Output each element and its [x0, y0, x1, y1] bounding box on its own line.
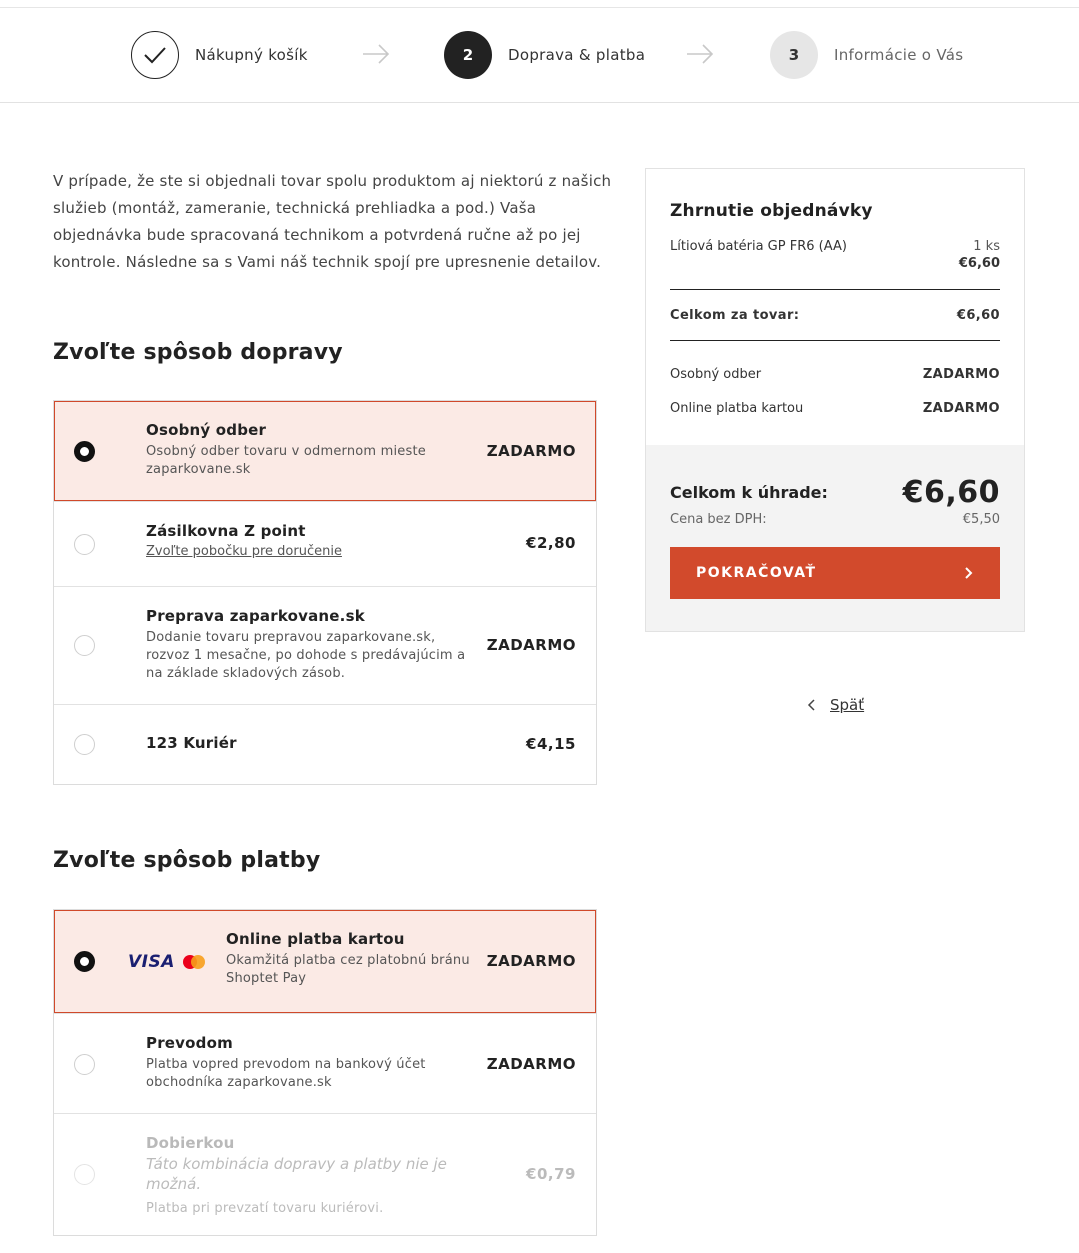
option-description: Okamžitá platba cez platobnú bránu Shopt… — [226, 953, 470, 986]
option-description: Dodanie tovaru prepravou zaparkovane.sk,… — [146, 630, 466, 681]
goods-total-label: Celkom za tovar: — [670, 307, 800, 323]
step-cart-label: Nákupný košík — [195, 46, 308, 64]
summary-item: Lítiová batéria GP FR6 (AA) 1 ks €6,60 — [670, 239, 1000, 271]
radio-button[interactable] — [74, 635, 95, 656]
step-shipping-label: Doprava & platba — [508, 46, 646, 64]
option-name: Dobierkou — [146, 1134, 235, 1152]
radio-button[interactable] — [74, 1054, 95, 1075]
radio-button — [74, 1164, 95, 1185]
payment-option-card[interactable]: VISA Online platba kartou Okamžitá platb… — [54, 910, 596, 1013]
option-description: Platba pri prevzatí tovaru kuriérovi. — [146, 1201, 384, 1216]
option-price: ZADARMO — [486, 636, 576, 654]
shipping-option-preprava[interactable]: Preprava zaparkovane.sk Dodanie tovaru p… — [54, 586, 596, 704]
payment-option-transfer[interactable]: Prevodom Platba vopred prevodom na banko… — [54, 1013, 596, 1113]
step-shipping-payment: 2 Doprava & platba — [444, 31, 645, 79]
option-description: Platba vopred prevodom na bankový účet o… — [146, 1057, 426, 1090]
unavailable-warning: Táto kombinácia dopravy a platby nie je … — [146, 1155, 447, 1193]
option-price: ZADARMO — [486, 1055, 576, 1073]
payment-options: VISA Online platba kartou Okamžitá platb… — [53, 909, 597, 1236]
option-name: Prevodom — [146, 1034, 233, 1052]
option-price: €2,80 — [526, 534, 576, 552]
option-description: Osobný odber tovaru v odmernom mieste za… — [146, 444, 426, 477]
chevron-right-icon — [965, 567, 973, 579]
continue-button[interactable]: POKRAČOVAŤ — [670, 547, 1000, 599]
shipping-option-osobny-odber[interactable]: Osobný odber Osobný odber tovaru v odmer… — [54, 401, 596, 501]
shipping-option-zasilkovna[interactable]: Zásilkovna Z point Zvoľte pobočku pre do… — [54, 501, 596, 586]
option-name: Preprava zaparkovane.sk — [146, 607, 365, 625]
summary-footer: Celkom k úhrade: €6,60 Cena bez DPH: €5,… — [646, 445, 1024, 631]
chevron-left-icon — [807, 699, 815, 711]
continue-label: POKRAČOVAŤ — [696, 565, 817, 581]
divider — [670, 340, 1000, 341]
item-quantity: 1 ks — [973, 239, 1000, 254]
check-icon — [131, 31, 179, 79]
arrow-right-icon — [687, 44, 714, 64]
option-name: Zásilkovna Z point — [146, 522, 306, 540]
goods-total-value: €6,60 — [956, 307, 1000, 323]
step-info-label: Informácie o Vás — [834, 46, 964, 64]
option-price: €4,15 — [526, 735, 576, 753]
item-price: €6,60 — [958, 256, 1000, 271]
arrow-right-icon — [363, 44, 390, 64]
vat-row: Cena bez DPH: €5,50 — [670, 512, 1000, 527]
back-label: Späť — [830, 696, 865, 714]
order-summary: Zhrnutie objednávky Lítiová batéria GP F… — [645, 168, 1025, 632]
back-link[interactable]: Späť — [806, 696, 864, 714]
shipping-label: Osobný odber — [670, 366, 762, 382]
item-name: Lítiová batéria GP FR6 (AA) — [670, 239, 847, 254]
intro-text: V prípade, že ste si objednali tovar spo… — [53, 172, 612, 271]
option-price: ZADARMO — [486, 952, 576, 970]
goods-total-row: Celkom za tovar: €6,60 — [670, 290, 1000, 340]
payment-price: ZADARMO — [922, 400, 1000, 416]
mastercard-logo — [182, 955, 205, 969]
radio-button[interactable] — [74, 951, 95, 972]
total-label: Celkom k úhrade: — [670, 483, 828, 502]
option-name: 123 Kuriér — [146, 734, 237, 752]
shipping-row: Osobný odber ZADARMO — [670, 357, 1000, 391]
shipping-options: Osobný odber Osobný odber tovaru v odmer… — [53, 400, 597, 785]
radio-button[interactable] — [74, 734, 95, 755]
radio-button[interactable] — [74, 441, 95, 462]
vat-value: €5,50 — [962, 512, 1000, 527]
step-number: 2 — [444, 31, 492, 79]
option-name: Osobný odber — [146, 421, 267, 439]
payment-label: Online platba kartou — [670, 400, 804, 416]
radio-button[interactable] — [74, 534, 95, 555]
step-info: 3 Informácie o Vás — [770, 31, 963, 79]
option-price: €0,79 — [526, 1165, 576, 1183]
shipping-option-123-kurier[interactable]: 123 Kuriér €4,15 — [54, 704, 596, 784]
payment-option-cod: Dobierkou Táto kombinácia dopravy a plat… — [54, 1113, 596, 1235]
step-cart[interactable]: Nákupný košík — [131, 31, 308, 79]
checkout-steps: Nákupný košík 2 Doprava & platba 3 Infor… — [0, 8, 1079, 103]
shipping-price: ZADARMO — [922, 366, 1000, 382]
payment-title: Zvoľte spôsob platby — [53, 848, 321, 873]
card-logos: VISA — [128, 952, 207, 972]
choose-branch-link[interactable]: Zvoľte pobočku pre doručenie — [146, 544, 342, 559]
payment-row: Online platba kartou ZADARMO — [670, 391, 1000, 425]
total-value: €6,60 — [902, 475, 1000, 510]
vat-label: Cena bez DPH: — [670, 512, 767, 527]
option-name: Online platba kartou — [226, 930, 405, 948]
total-row: Celkom k úhrade: €6,60 — [670, 475, 1000, 510]
step-number: 3 — [770, 31, 818, 79]
summary-title: Zhrnutie objednávky — [670, 201, 873, 221]
shipping-title: Zvoľte spôsob dopravy — [53, 340, 343, 365]
visa-logo: VISA — [128, 952, 175, 972]
option-price: ZADARMO — [486, 442, 576, 460]
